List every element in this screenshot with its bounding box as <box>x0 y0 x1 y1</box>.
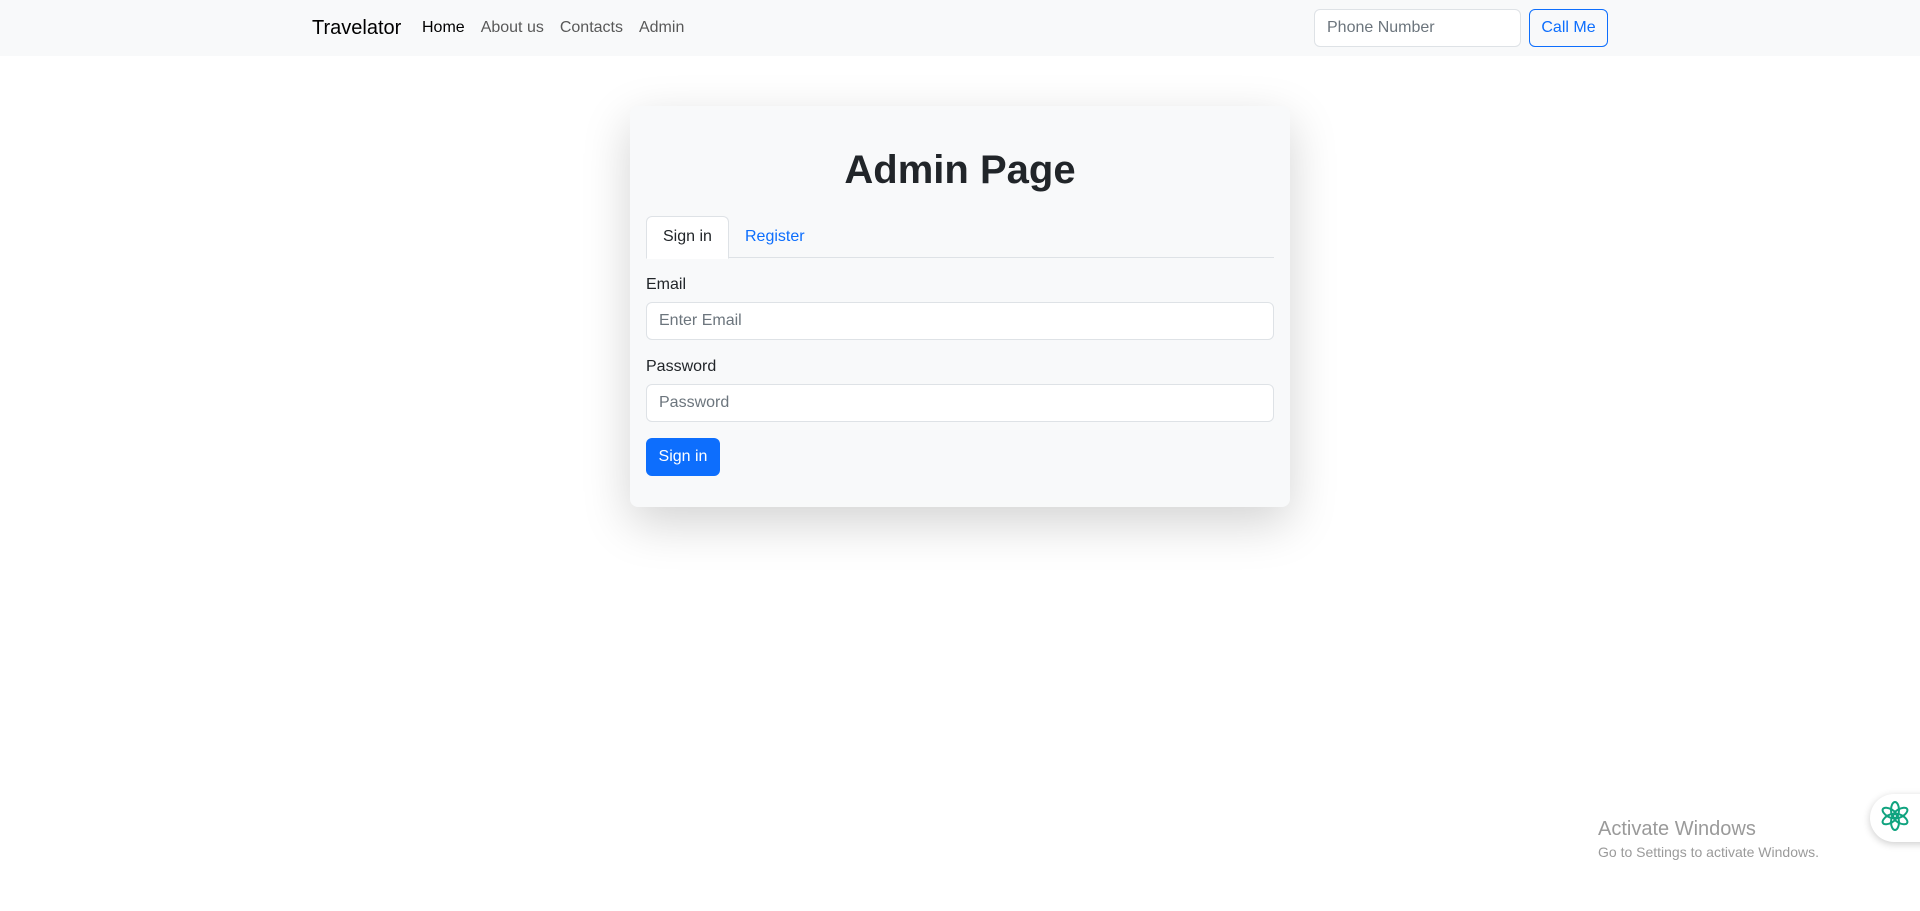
nav-link-about-us[interactable]: About us <box>481 17 544 39</box>
email-label: Email <box>646 276 687 293</box>
nav-link-admin[interactable]: Admin <box>639 17 684 39</box>
watermark-title: Activate Windows <box>1598 818 1756 840</box>
activate-windows-watermark: Activate Windows Go to Settings to activ… <box>1598 816 1819 862</box>
assistant-launcher-button[interactable] <box>1870 794 1920 842</box>
sign-in-button[interactable]: Sign in <box>646 438 720 476</box>
watermark-subtitle: Go to Settings to activate Windows. <box>1598 844 1819 860</box>
password-field[interactable] <box>646 384 1274 422</box>
email-field[interactable] <box>646 302 1274 340</box>
brand-logo-link[interactable]: Travelator <box>312 15 401 41</box>
password-label: Password <box>646 358 717 375</box>
nav-link-contacts[interactable]: Contacts <box>560 17 623 39</box>
phone-number-input[interactable] <box>1314 9 1521 47</box>
swirl-flower-icon <box>1880 800 1910 836</box>
top-navbar: Travelator Home About us Contacts Admin … <box>0 0 1920 56</box>
auth-tabs: Sign in Register <box>646 216 1274 259</box>
tab-register[interactable]: Register <box>728 216 822 258</box>
call-me-button[interactable]: Call Me <box>1529 9 1608 47</box>
admin-login-card: Admin Page Sign in Register Email Passwo… <box>630 106 1290 507</box>
nav-links: Home About us Contacts Admin <box>422 17 700 39</box>
nav-link-home[interactable]: Home <box>422 17 465 39</box>
page-title: Admin Page <box>844 148 1076 192</box>
tab-sign-in[interactable]: Sign in <box>646 216 729 259</box>
